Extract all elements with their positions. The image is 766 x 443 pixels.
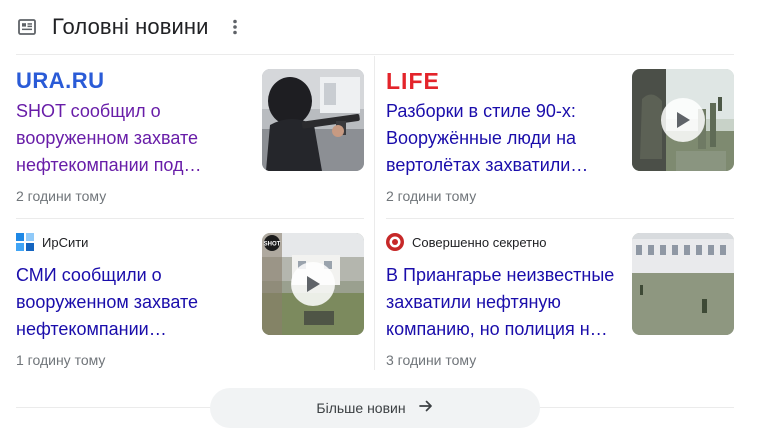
- more-vert-icon[interactable]: [227, 15, 243, 39]
- source: LIFE: [386, 67, 440, 94]
- source: URA.RU: [16, 68, 105, 93]
- headline-link[interactable]: В Приангарье неизвестные захватили нефтя…: [386, 262, 618, 343]
- sovsekretno-logo-icon: [386, 233, 404, 251]
- top-stories-header: Головні новини: [16, 10, 734, 44]
- thumbnail-image[interactable]: [262, 69, 364, 171]
- news-card[interactable]: URA.RU SHOT сообщил о вооруженном захват…: [16, 68, 364, 219]
- arrow-right-icon: [418, 398, 434, 419]
- thumb-badge: SHOT: [264, 242, 281, 248]
- source-logo-life: LIFE: [386, 67, 440, 94]
- timestamp: 1 годину тому: [16, 352, 106, 368]
- source-name: Совершенно секретно: [412, 234, 547, 250]
- source-logo-ura-ru: URA.RU: [16, 68, 105, 93]
- headline-link[interactable]: Разборки в стиле 90-х: Вооружённые люди …: [386, 98, 618, 179]
- play-icon[interactable]: [661, 98, 705, 142]
- news-card[interactable]: Совершенно секретно В Приангарье неизвес…: [386, 233, 734, 383]
- more-news-button[interactable]: Більше новин: [210, 388, 540, 428]
- timestamp: 3 години тому: [386, 352, 477, 368]
- play-icon[interactable]: [291, 262, 335, 306]
- source: Совершенно секретно: [386, 230, 547, 254]
- headline-link[interactable]: СМИ сообщили о вооруженном захвате нефте…: [16, 262, 248, 343]
- source: ИрСити: [16, 230, 88, 254]
- headline-link[interactable]: SHOT сообщил о вооруженном захвате нефте…: [16, 98, 248, 179]
- timestamp: 2 години тому: [16, 188, 107, 204]
- news-card[interactable]: ИрСити СМИ сообщили о вооруженном захват…: [16, 233, 364, 383]
- more-news-row: Більше новин: [16, 388, 734, 428]
- timestamp: 2 години тому: [386, 188, 477, 204]
- newspaper-icon: [17, 17, 37, 37]
- section-title: Головні новини: [52, 14, 209, 39]
- irsiti-logo-icon: [16, 233, 34, 251]
- source-name: ИрСити: [42, 234, 89, 250]
- thumbnail-image[interactable]: [632, 69, 734, 171]
- news-card[interactable]: LIFE Разборки в стиле 90-х: Вооружённые …: [386, 67, 734, 219]
- column-divider: [374, 56, 375, 370]
- thumbnail-image[interactable]: SHOT: [262, 233, 364, 335]
- more-news-label: Більше новин: [316, 400, 406, 416]
- thumbnail-image[interactable]: [632, 233, 734, 335]
- header-divider: [16, 54, 734, 55]
